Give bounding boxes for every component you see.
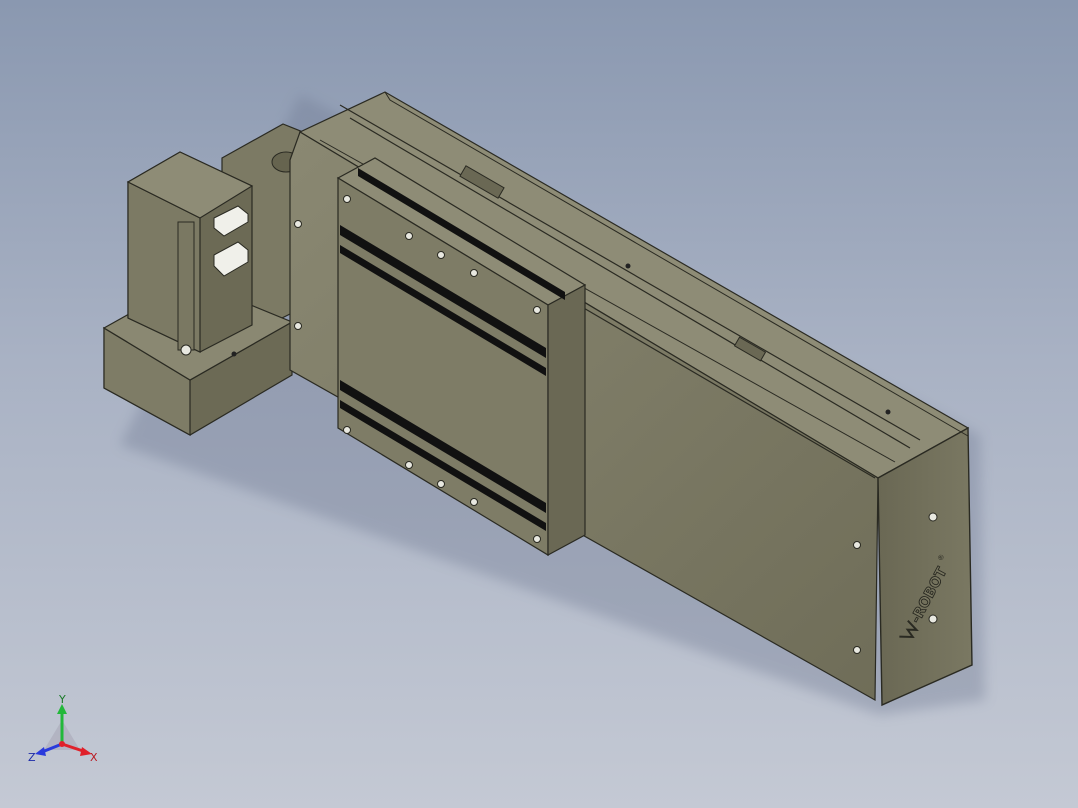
rail-end-cap [877,426,973,707]
side-screw-2 [294,322,302,330]
end-screw-2 [928,614,938,624]
motor-groove [177,221,195,351]
side-screw-3 [853,541,861,549]
end-screw-1 [928,512,938,522]
carriage-screw [437,251,445,259]
side-screw-1 [294,220,302,228]
carriage-screw [405,461,413,469]
z-axis-label: Z [28,751,36,764]
top-screw [625,263,631,269]
base-screw [231,351,237,357]
carriage-screw [533,306,541,314]
linear-actuator-model[interactable]: -ROBOT ® [0,0,1078,808]
carriage-screw [470,498,478,506]
carriage-screw [437,480,445,488]
y-axis-label: Y [59,693,66,706]
motor-screw [180,344,192,356]
carriage-screw [343,426,351,434]
carriage-side [547,283,586,557]
orientation-triad[interactable]: Y X Z [24,692,108,772]
cad-viewport[interactable]: -ROBOT ® Y X Z [0,0,1078,808]
x-axis-label: X [90,751,98,764]
carriage-screw [533,535,541,543]
carriage-screw [405,232,413,240]
z-axis-arrow [35,747,46,756]
carriage-screw [470,269,478,277]
top-screw-2 [885,409,891,415]
triad-origin [59,741,65,747]
side-screw-4 [853,646,861,654]
carriage-screw [343,195,351,203]
